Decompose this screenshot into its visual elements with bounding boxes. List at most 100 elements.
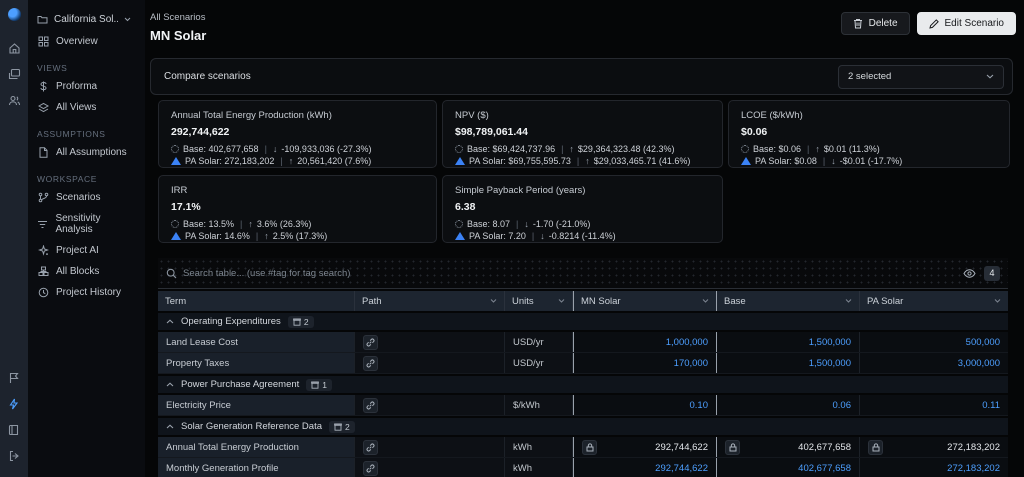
breadcrumb[interactable]: All Scenarios (150, 12, 205, 23)
compare-label: Compare scenarios (164, 71, 251, 82)
search-input[interactable] (183, 267, 963, 279)
box-icon (334, 423, 342, 431)
lock-icon (725, 439, 740, 455)
section-title-assumptions: ASSUMPTIONS (37, 129, 106, 139)
mn-solar-value-cell[interactable]: 292,744,622 (573, 437, 717, 457)
path-cell[interactable] (355, 458, 505, 477)
grid-icon (37, 36, 49, 47)
base-value-cell[interactable]: 402,677,658 (717, 437, 860, 457)
project-name: California Sol... (54, 14, 118, 25)
visible-columns-count-badge[interactable]: 4 (984, 265, 1000, 281)
mn-solar-value-cell[interactable]: 170,000 (573, 353, 717, 373)
sidebar-item-all-views[interactable]: All Views (28, 97, 145, 118)
layers-icon[interactable] (4, 64, 24, 84)
page-title: MN Solar (150, 28, 207, 43)
table-row-land-lease-cost[interactable]: Land Lease Cost USD/yr 1,000,000 1,500,0… (158, 332, 1008, 353)
flag-icon[interactable] (4, 368, 24, 388)
arrow-up-icon: ↑ (815, 144, 820, 154)
mn-solar-value-cell[interactable]: 1,000,000 (573, 332, 717, 352)
users-icon[interactable] (4, 90, 24, 110)
pa-solar-scenario-icon (171, 232, 181, 240)
link-icon (363, 439, 378, 455)
edit-scenario-label: Edit Scenario (944, 18, 1004, 29)
sidebar-item-label: Project History (56, 287, 122, 298)
column-header-units[interactable]: Units (505, 291, 573, 311)
pa-solar-value-cell[interactable]: 0.11 (860, 395, 1008, 415)
units-cell: kWh (505, 458, 573, 477)
sidebar-item-project-ai[interactable]: Project AI (28, 240, 145, 261)
blocks-icon (37, 266, 49, 277)
pa-solar-value-cell[interactable]: 500,000 (860, 332, 1008, 352)
base-value-cell[interactable]: 1,500,000 (717, 353, 860, 373)
units-cell: USD/yr (505, 353, 573, 373)
zap-icon[interactable] (4, 394, 24, 414)
sidebar-item-label: Overview (56, 36, 98, 47)
table-row-monthly-generation-profile[interactable]: Monthly Generation Profile kWh 292,744,6… (158, 458, 1008, 477)
path-cell[interactable] (355, 353, 505, 373)
arrow-up-icon: ↑ (248, 219, 253, 229)
sidebar-item-project-history[interactable]: Project History (28, 282, 145, 303)
sidebar-item-scenarios[interactable]: Scenarios (28, 187, 145, 208)
base-value-cell[interactable]: 0.06 (717, 395, 860, 415)
path-cell[interactable] (355, 395, 505, 415)
pa-solar-value-cell[interactable]: 272,183,202 (860, 458, 1008, 477)
search-icon (166, 268, 177, 278)
base-value-cell[interactable]: 402,677,658 (717, 458, 860, 477)
logout-icon[interactable] (4, 446, 24, 466)
pa-solar-value-cell[interactable]: 3,000,000 (860, 353, 1008, 373)
compare-scenarios-panel: Compare scenarios 2 selected (150, 58, 1013, 95)
section-row-operating-expenditures[interactable]: Operating Expenditures 2 (158, 311, 1008, 332)
section-row-power-purchase-agreement[interactable]: Power Purchase Agreement 1 (158, 374, 1008, 395)
base-value-cell[interactable]: 1,500,000 (717, 332, 860, 352)
scenario-select[interactable]: 2 selected (838, 64, 1004, 89)
chevron-down-icon (845, 299, 852, 303)
path-cell[interactable] (355, 332, 505, 352)
column-header-path[interactable]: Path (355, 291, 505, 311)
table-row-annual-total-energy-production[interactable]: Annual Total Energy Production kWh 292,7… (158, 437, 1008, 458)
book-icon[interactable] (4, 420, 24, 440)
section-title-workspace: WORKSPACE (37, 174, 98, 184)
sidebar-item-proforma[interactable]: Proforma (28, 76, 145, 97)
box-icon (292, 318, 301, 326)
chevron-down-icon (994, 299, 1001, 303)
base-scenario-icon (455, 145, 463, 153)
sidebar-item-label: All Blocks (56, 266, 100, 277)
arrow-down-icon: ↓ (272, 144, 278, 154)
mn-solar-value-cell[interactable]: 292,744,622 (573, 458, 717, 477)
home-icon[interactable] (4, 38, 24, 58)
column-header-pa-solar[interactable]: PA Solar (860, 291, 1008, 311)
delete-button[interactable]: Delete (840, 12, 910, 35)
mn-solar-value-cell[interactable]: 0.10 (573, 395, 717, 415)
table-row-electricity-price[interactable]: Electricity Price $/kWh 0.10 0.06 0.11 (158, 395, 1008, 416)
sparkles-icon (37, 245, 49, 256)
path-cell[interactable] (355, 437, 505, 457)
chevron-up-icon (166, 424, 174, 429)
column-header-base[interactable]: Base (717, 291, 860, 311)
base-scenario-icon (455, 220, 463, 228)
chevron-down-icon (124, 17, 131, 22)
column-header-mn-solar[interactable]: MN Solar (573, 291, 717, 311)
sidebar-item-overview[interactable]: Overview (28, 31, 145, 52)
eye-icon[interactable] (963, 268, 976, 279)
app-logo[interactable] (7, 8, 21, 21)
units-cell: kWh (505, 437, 573, 457)
project-selector[interactable]: California Sol... (28, 8, 145, 31)
edit-scenario-button[interactable]: Edit Scenario (916, 12, 1016, 35)
lock-icon (868, 439, 883, 455)
kpi-title: NPV ($) (455, 110, 489, 121)
units-cell: USD/yr (505, 332, 573, 352)
chevron-down-icon (702, 299, 709, 303)
table-row-property-taxes[interactable]: Property Taxes USD/yr 170,000 1,500,000 … (158, 353, 1008, 374)
column-header-term[interactable]: Term (158, 291, 355, 311)
link-icon (363, 334, 378, 350)
sidebar-item-all-assumptions[interactable]: All Assumptions (28, 142, 145, 163)
sidebar-item-sensitivity-analysis[interactable]: Sensitivity Analysis (28, 208, 145, 240)
kpi-card-payback: Simple Payback Period (years) 6.38 Base:… (442, 175, 723, 243)
trash-icon (853, 19, 862, 29)
pa-solar-value-cell[interactable]: 272,183,202 (860, 437, 1008, 457)
section-row-solar-generation-reference-data[interactable]: Solar Generation Reference Data 2 (158, 416, 1008, 437)
arrow-up-icon: ↑ (288, 156, 294, 166)
section-title-views: VIEWS (37, 63, 68, 73)
link-icon (363, 460, 378, 476)
sidebar-item-all-blocks[interactable]: All Blocks (28, 261, 145, 282)
